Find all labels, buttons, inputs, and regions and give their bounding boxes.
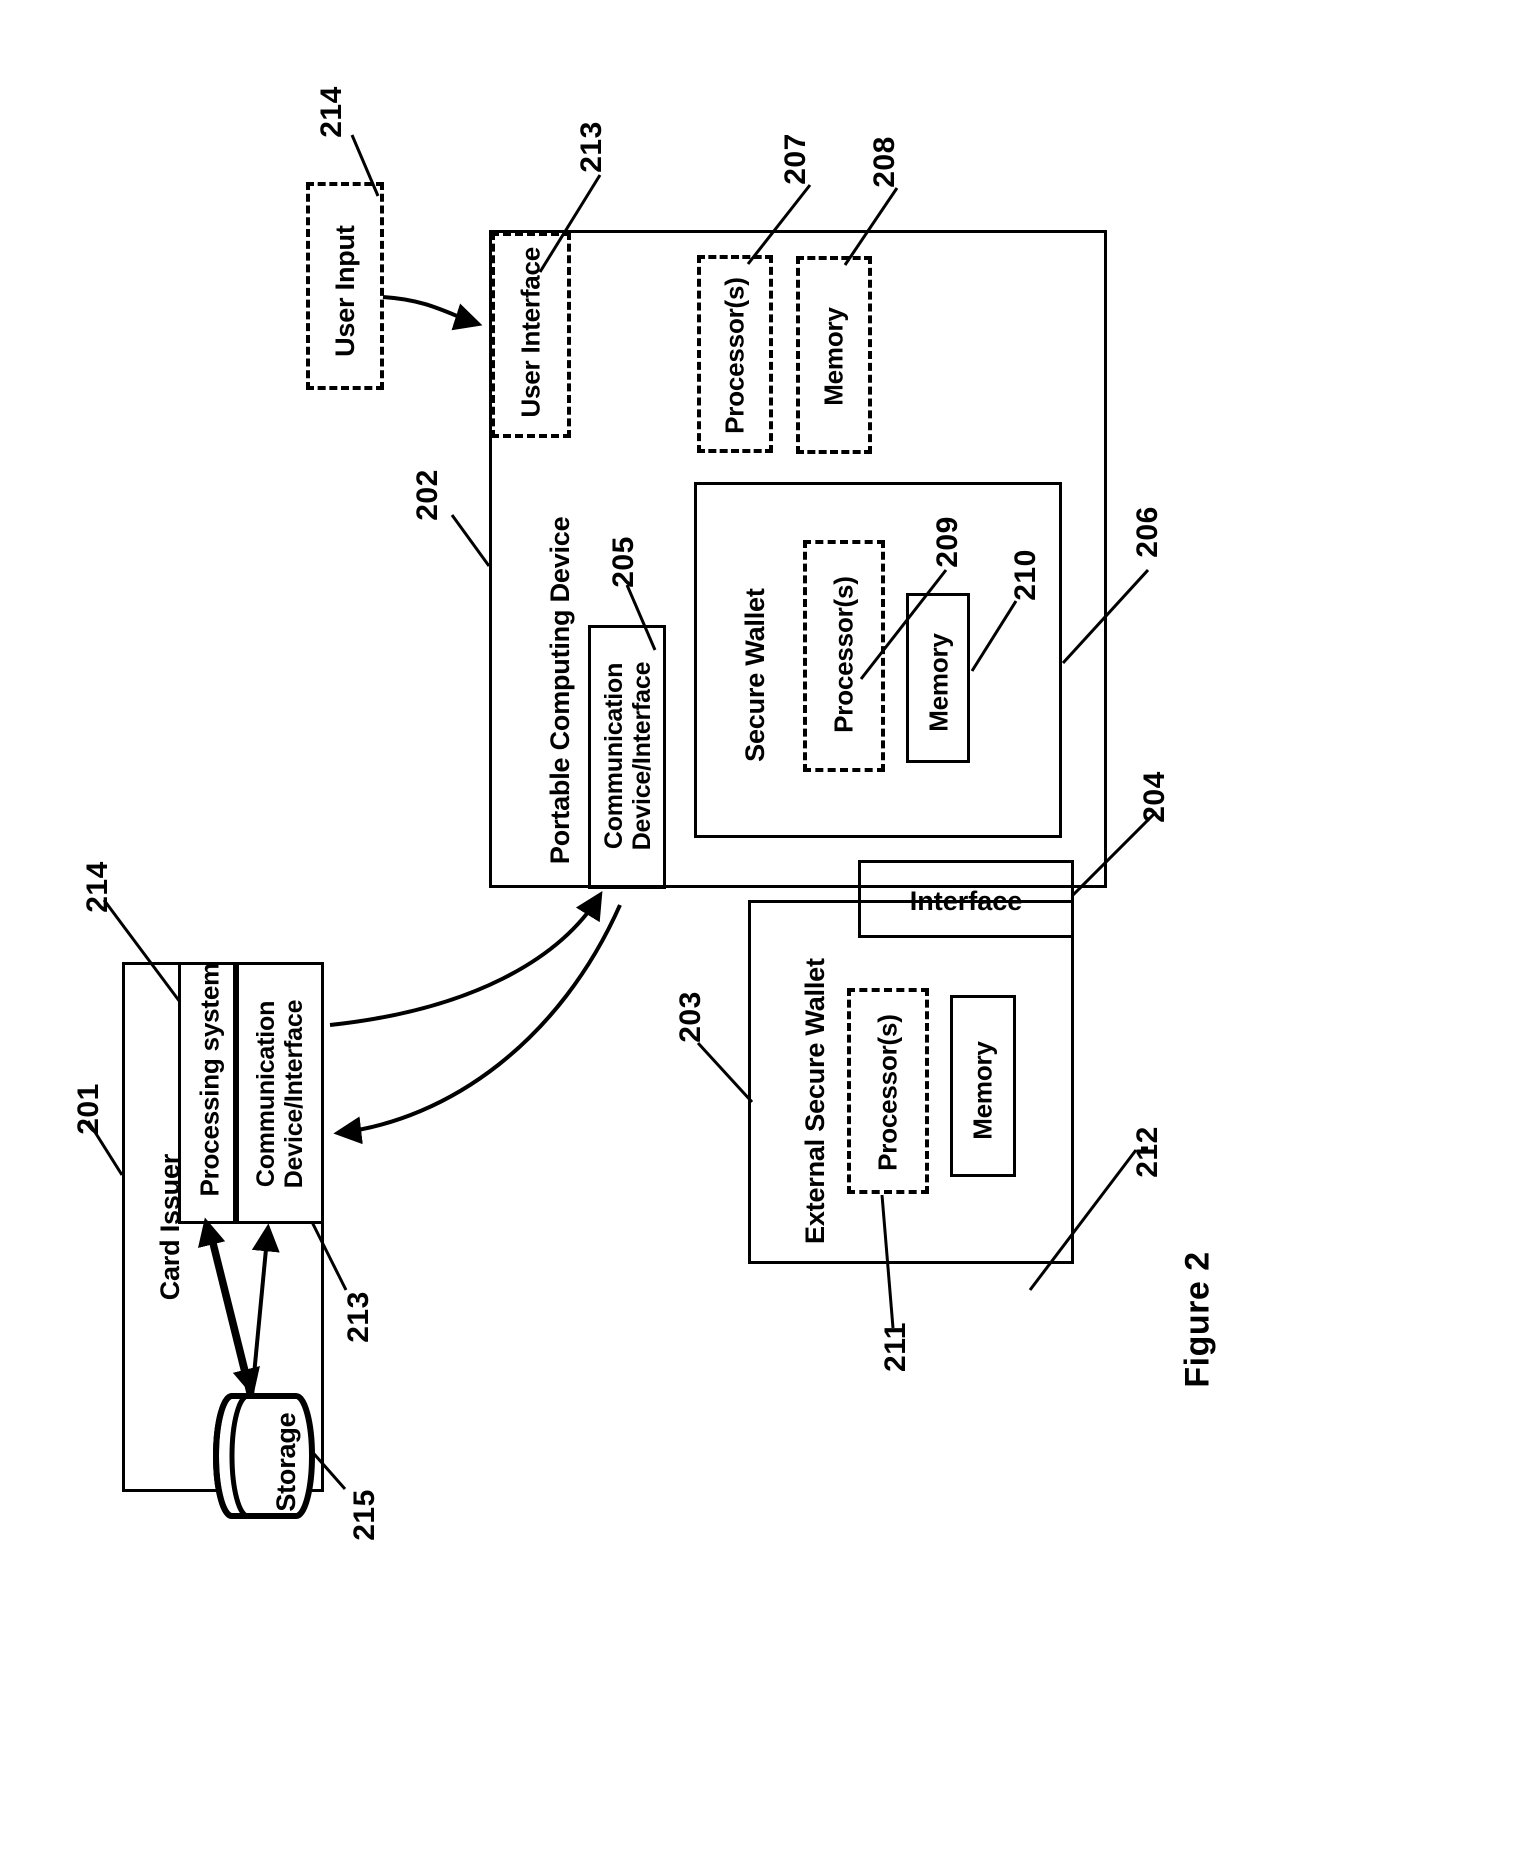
ref-210: 210	[1009, 549, 1042, 601]
secure-wallet-processors-label: Processor(s)	[828, 576, 859, 733]
ref-203: 203	[674, 991, 707, 1043]
ref-211: 211	[879, 1322, 912, 1372]
patent-figure-page: User Input 214 Portable Computing Device…	[0, 0, 1517, 1875]
ref-205: 205	[607, 536, 640, 588]
ref-204: 204	[1138, 771, 1171, 823]
user-interface-label: User Interface	[515, 246, 546, 418]
comm-line-1: Communication	[600, 662, 628, 850]
external-secure-wallet-processors-label: Processor(s)	[872, 1014, 903, 1171]
processing-system-label: Processing system	[194, 962, 225, 1197]
pcd-communication-device-interface-label: Communication Device/Interface	[600, 658, 656, 854]
comm-line-2: Device/Interface	[628, 661, 656, 851]
ref-213-user-interface: 213	[575, 121, 608, 173]
ref-214-processing-system: 214	[81, 861, 114, 913]
secure-wallet-memory-label: Memory	[923, 633, 954, 732]
storage-cylinder	[210, 1390, 318, 1522]
ref-202: 202	[411, 469, 444, 521]
card-issuer-communication-device-interface-label: Communication Device/Interface	[252, 996, 308, 1192]
figure-caption: Figure 2	[1178, 1251, 1217, 1388]
ref-208: 208	[868, 136, 901, 188]
ref-214-user-input: 214	[315, 86, 348, 138]
ci-comm-line-1: Communication	[252, 1000, 280, 1188]
ref-206: 206	[1131, 506, 1164, 558]
portable-computing-device-label: Portable Computing Device	[544, 516, 575, 865]
storage-label: Storage	[270, 1412, 301, 1512]
ref-201: 201	[72, 1083, 105, 1135]
ref-215: 215	[348, 1489, 381, 1541]
pcd-memory-label: Memory	[818, 307, 849, 406]
ref-209: 209	[931, 516, 964, 568]
pcd-processors-label: Processor(s)	[719, 277, 750, 434]
ref-213-card-issuer: 213	[342, 1291, 375, 1343]
user-input-label: User Input	[329, 225, 360, 357]
ref-212: 212	[1131, 1126, 1164, 1178]
secure-wallet-label: Secure Wallet	[739, 588, 770, 762]
external-secure-wallet-label: External Secure Wallet	[799, 958, 830, 1244]
ref-207: 207	[779, 133, 812, 185]
ci-comm-line-2: Device/Interface	[280, 999, 308, 1189]
external-secure-wallet-memory-label: Memory	[967, 1041, 998, 1140]
